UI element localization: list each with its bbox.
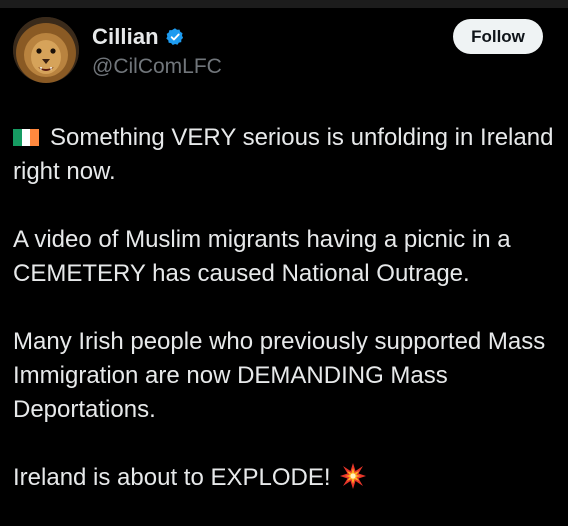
tweet-paragraph-4-text: Ireland is about to EXPLODE! [13, 464, 331, 491]
follow-button[interactable]: Follow [453, 19, 543, 54]
tweet-paragraph-2: A video of Muslim migrants having a picn… [13, 226, 511, 287]
tweet-paragraph-3: Many Irish people who previously support… [13, 328, 546, 423]
top-divider [0, 0, 568, 8]
lion-avatar[interactable] [13, 17, 79, 83]
name-row: Cillian [92, 23, 185, 51]
tweet-text: Something VERY serious is unfolding in I… [13, 121, 558, 495]
ireland-flag-icon [13, 129, 39, 146]
tweet-paragraph-4: Ireland is about to EXPLODE! [13, 461, 558, 495]
user-handle[interactable]: @CilComLFC [92, 55, 222, 79]
explosion-icon [339, 462, 367, 490]
tweet-header: Cillian @CilComLFC Follow [0, 8, 568, 98]
tweet-paragraph-1-text: Something VERY serious is unfolding in I… [13, 124, 554, 185]
display-name[interactable]: Cillian [92, 24, 159, 50]
tweet-paragraph-1: Something VERY serious is unfolding in I… [13, 121, 558, 189]
verified-badge-icon [165, 27, 185, 47]
